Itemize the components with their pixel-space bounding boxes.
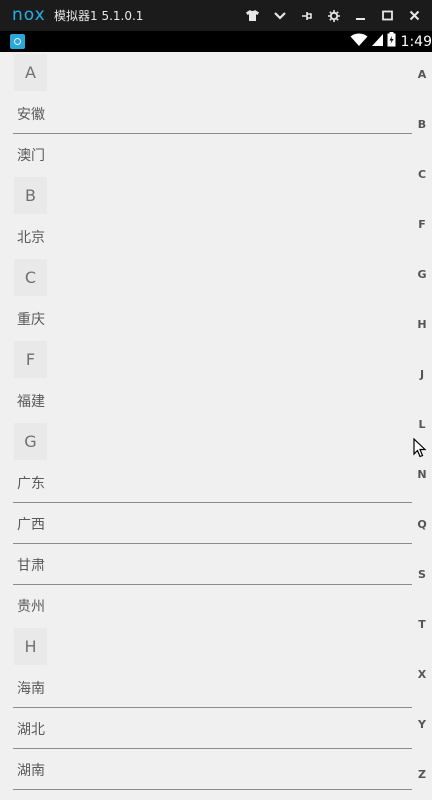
list-item[interactable]: 海南	[0, 667, 412, 708]
window-title: 模拟器1 5.1.0.1	[54, 9, 144, 23]
battery-icon	[387, 32, 396, 51]
list-item[interactable]: 贵州	[0, 585, 412, 626]
index-letter[interactable]: B	[414, 118, 430, 131]
section-letter: A	[14, 54, 47, 91]
index-letter[interactable]: Z	[414, 768, 430, 781]
index-letter[interactable]: L	[414, 418, 430, 431]
section-header: G	[0, 421, 412, 462]
list-item[interactable]: 安徽	[0, 93, 412, 134]
section-header: A	[0, 52, 412, 93]
list-item[interactable]: 广西	[0, 503, 412, 544]
province-name: 福建	[17, 394, 45, 410]
province-name: 湖北	[17, 722, 45, 738]
status-bar: 1:49	[0, 31, 432, 52]
tshirt-icon[interactable]	[239, 0, 266, 31]
province-list[interactable]: A 安徽澳门 B 北京 C 重庆 F 福建 G 广东广西甘肃贵州 H 海南湖北湖南	[0, 52, 412, 790]
signal-icon	[371, 32, 384, 51]
list-item[interactable]: 北京	[0, 216, 412, 257]
section-letter: C	[14, 259, 47, 296]
nox-logo: nox	[12, 5, 46, 25]
section-header: C	[0, 257, 412, 298]
province-name: 甘肃	[17, 558, 45, 574]
province-name: 安徽	[17, 107, 45, 123]
emulator-title-bar: nox 模拟器1 5.1.0.1	[0, 0, 432, 31]
list-item[interactable]: 广东	[0, 462, 412, 503]
app-notification-icon	[10, 34, 25, 49]
index-letter[interactable]: A	[414, 68, 430, 81]
province-name: 北京	[17, 230, 45, 246]
list-item[interactable]: 湖南	[0, 749, 412, 790]
province-name: 贵州	[17, 599, 45, 615]
section-header: F	[0, 339, 412, 380]
alphabet-index-bar[interactable]: A B C F G H J L N Q S T X Y Z	[412, 52, 432, 800]
section-letter: F	[14, 341, 47, 378]
section-letter: H	[14, 628, 47, 665]
province-name: 广东	[17, 476, 45, 492]
status-time: 1:49	[400, 33, 432, 50]
index-letter[interactable]: X	[414, 668, 430, 681]
province-name: 海南	[17, 681, 45, 697]
mouse-cursor-icon	[413, 437, 427, 462]
list-item[interactable]: 澳门	[0, 134, 412, 175]
section-header: B	[0, 175, 412, 216]
index-letter[interactable]: J	[414, 368, 430, 381]
section-header: H	[0, 626, 412, 667]
list-item[interactable]: 甘肃	[0, 544, 412, 585]
section-letter: B	[14, 177, 47, 214]
list-item[interactable]: 福建	[0, 380, 412, 421]
window-controls	[239, 0, 428, 31]
index-letter[interactable]: G	[414, 268, 430, 281]
index-letter[interactable]: Y	[414, 718, 430, 731]
close-icon[interactable]	[401, 0, 428, 31]
index-letter[interactable]: F	[414, 218, 430, 231]
row-divider	[13, 789, 412, 790]
minimize-icon[interactable]	[347, 0, 374, 31]
wifi-icon	[350, 32, 368, 51]
list-item[interactable]: 湖北	[0, 708, 412, 749]
province-name: 湖南	[17, 763, 45, 779]
index-letter[interactable]: H	[414, 318, 430, 331]
section-letter: G	[14, 423, 47, 460]
maximize-icon[interactable]	[374, 0, 401, 31]
index-letter[interactable]: S	[414, 568, 430, 581]
province-name: 广西	[17, 517, 45, 533]
index-letter[interactable]: C	[414, 168, 430, 181]
province-name: 重庆	[17, 312, 45, 328]
index-letter[interactable]: N	[414, 468, 430, 481]
pin-icon[interactable]	[293, 0, 320, 31]
index-letter[interactable]: Q	[414, 518, 430, 531]
index-letter[interactable]: T	[414, 618, 430, 631]
province-list-screen: A 安徽澳门 B 北京 C 重庆 F 福建 G 广东广西甘肃贵州 H 海南湖北湖南 A B C F G H J L N…	[0, 52, 432, 800]
gear-icon[interactable]	[320, 0, 347, 31]
province-name: 澳门	[17, 148, 45, 164]
chevron-down-icon[interactable]	[266, 0, 293, 31]
list-item[interactable]: 重庆	[0, 298, 412, 339]
